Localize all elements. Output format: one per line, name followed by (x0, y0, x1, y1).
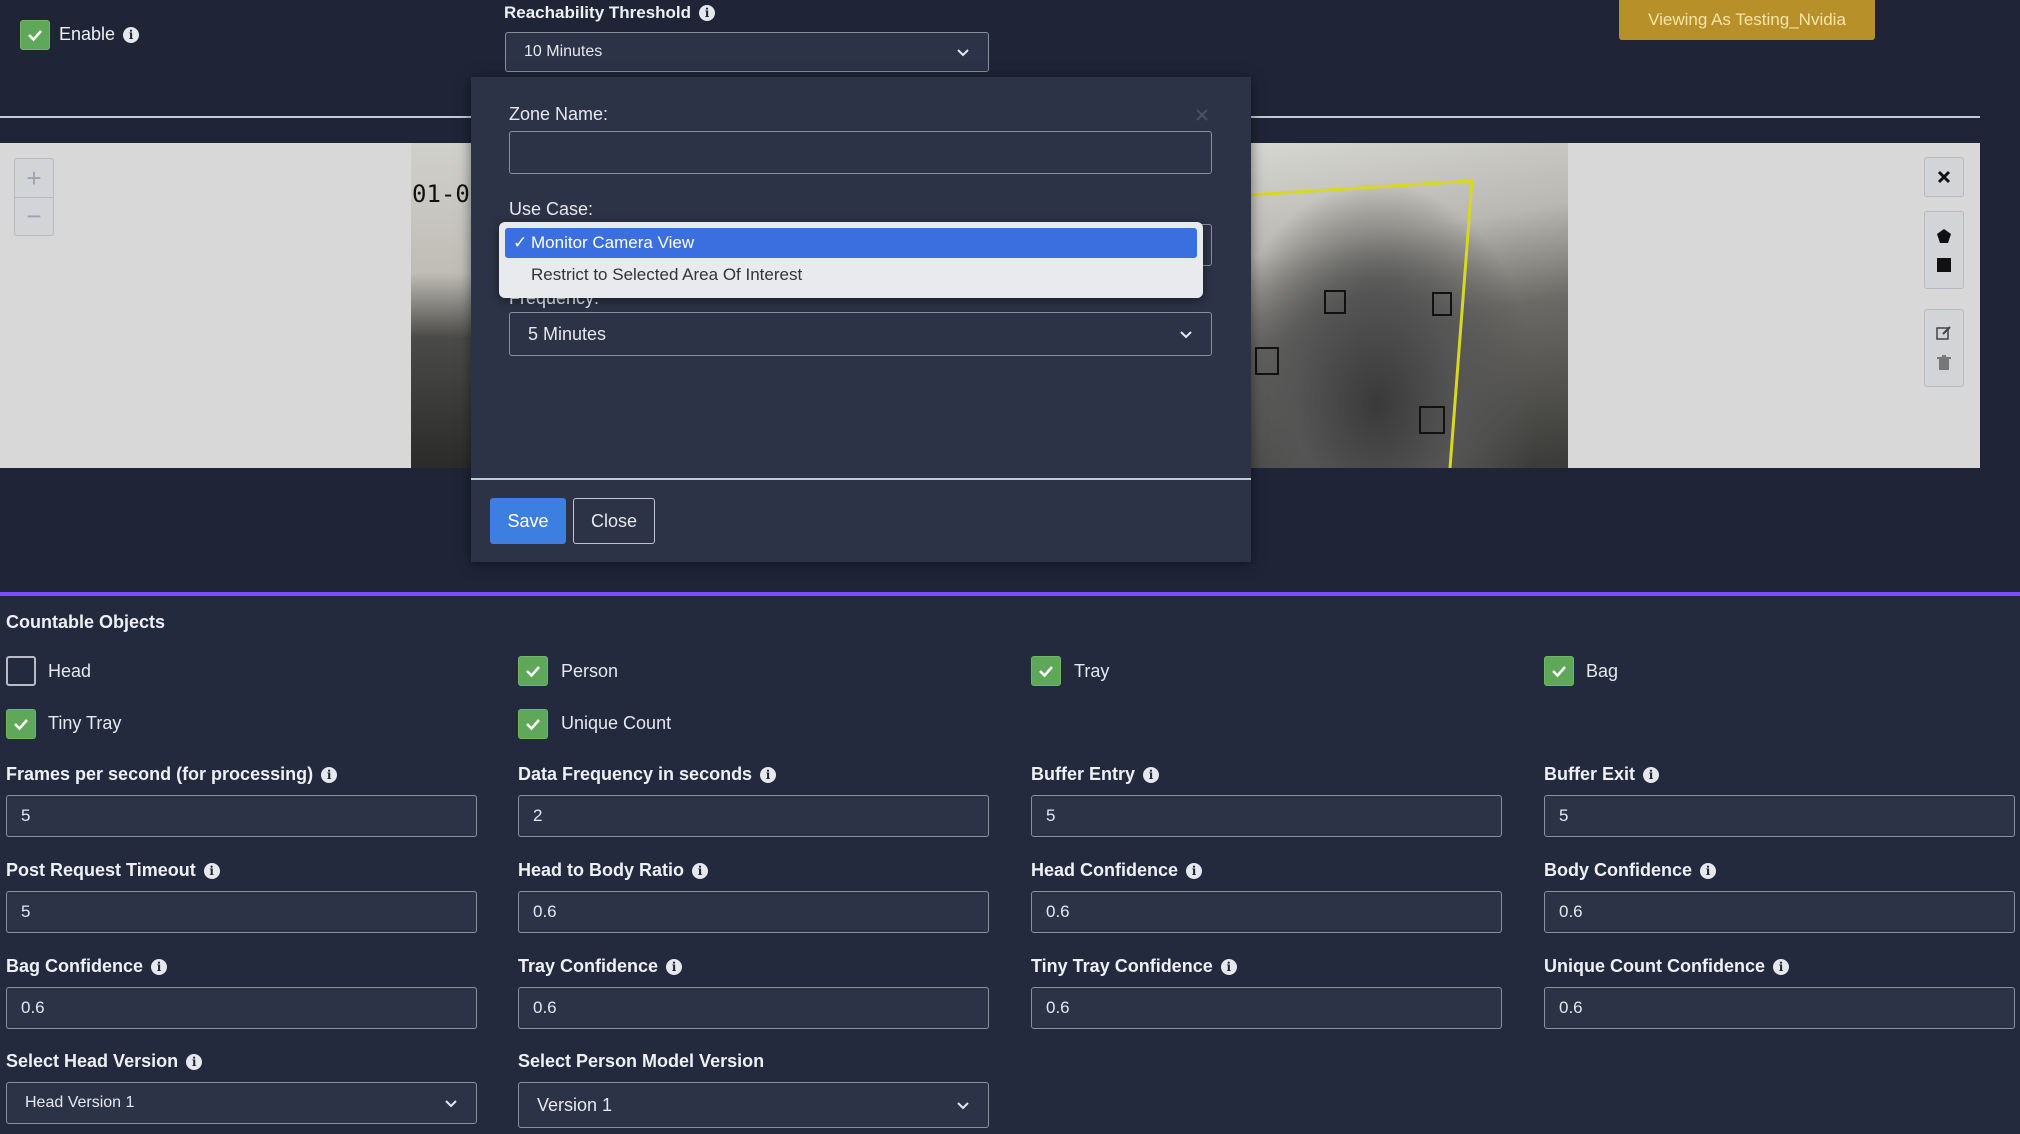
chevron-down-icon (1180, 331, 1192, 339)
trash-icon[interactable] (1937, 355, 1951, 371)
info-icon: i (186, 1053, 203, 1070)
tray-confidence-input[interactable]: 0.6 (518, 987, 989, 1029)
check-icon (526, 666, 540, 678)
check-icon (28, 30, 42, 42)
data-frequency-input[interactable]: 2 (518, 795, 989, 837)
camera-timestamp: 01-0 (412, 180, 470, 208)
body-confidence-input[interactable]: 0.6 (1544, 891, 2015, 933)
check-icon (1039, 666, 1053, 678)
person-model-version-select[interactable]: Version 1 (518, 1082, 989, 1128)
bag-label: Bag (1586, 661, 1619, 681)
fps-input[interactable]: 5 (6, 795, 477, 837)
field-label-head-to-body-ratio: Head to Body Ratio i (518, 860, 709, 881)
buffer-exit-input[interactable]: 5 (1544, 795, 2015, 837)
selected-check-icon: ✓ (513, 233, 528, 252)
head-confidence-input[interactable]: 0.6 (1031, 891, 1502, 933)
check-icon (526, 719, 540, 731)
person-label: Person (561, 661, 619, 681)
use-case-option-monitor[interactable]: ✓ Monitor Camera View (505, 228, 1197, 258)
unique-count-confidence-input[interactable]: 0.6 (1544, 987, 2015, 1029)
unique-count-label: Unique Count (561, 713, 672, 733)
info-icon: i (1772, 958, 1789, 975)
info-icon: i (666, 958, 683, 975)
field-label-tiny-tray-confidence: Tiny Tray Confidence i (1031, 956, 1237, 977)
chevron-down-icon (957, 49, 969, 57)
head-label: Head (48, 661, 92, 681)
chevron-down-icon (445, 1100, 457, 1108)
tiny-tray-label: Tiny Tray (48, 713, 122, 733)
person-checkbox[interactable] (518, 656, 548, 686)
info-icon: i (123, 26, 140, 43)
post-request-timeout-input[interactable]: 5 (6, 891, 477, 933)
check-icon (1552, 666, 1566, 678)
enable-label: Enable i (59, 24, 140, 45)
field-label-buffer-entry: Buffer Entry i (1031, 764, 1160, 785)
unique-count-checkbox[interactable] (518, 709, 548, 739)
modal-footer-divider (471, 478, 1251, 480)
head-version-label: Select Head Version i (6, 1051, 203, 1072)
modal-close-icon[interactable] (1195, 108, 1209, 122)
info-icon: i (151, 958, 168, 975)
enable-checkbox[interactable] (20, 20, 50, 50)
chevron-down-icon (957, 1102, 969, 1110)
head-version-select[interactable]: Head Version 1 (6, 1082, 477, 1124)
use-case-dropdown: ✓ Monitor Camera View Restrict to Select… (499, 222, 1203, 298)
field-label-post-request-timeout: Post Request Timeout i (6, 860, 220, 881)
field-label-unique-count-confidence: Unique Count Confidence i (1544, 956, 1789, 977)
zone-overlay (1250, 179, 1474, 468)
info-icon: i (321, 766, 338, 783)
reachability-select[interactable]: 10 Minutes (505, 32, 989, 72)
info-icon: i (1643, 766, 1660, 783)
close-icon (1937, 170, 1951, 184)
edit-icon[interactable] (1936, 325, 1952, 341)
save-button[interactable]: Save (490, 498, 566, 544)
info-icon: i (699, 5, 716, 21)
polygon-icon[interactable] (1936, 228, 1952, 244)
check-icon (14, 719, 28, 731)
info-icon: i (1143, 766, 1160, 783)
viewing-as-badge: Viewing As Testing_Nvidia (1619, 0, 1875, 40)
info-icon: i (203, 862, 220, 879)
field-label-tray-confidence: Tray Confidence i (518, 956, 683, 977)
field-label-fps: Frames per second (for processing) i (6, 764, 338, 785)
use-case-label: Use Case: (509, 199, 594, 219)
zone-name-label: Zone Name: (509, 104, 609, 124)
field-label-buffer-exit: Buffer Exit i (1544, 764, 1660, 785)
field-label-data-frequency: Data Frequency in seconds i (518, 764, 777, 785)
reachability-label: Reachability Threshold i (504, 3, 716, 23)
info-icon: i (1186, 862, 1203, 879)
field-label-bag-confidence: Bag Confidence i (6, 956, 168, 977)
tray-label: Tray (1074, 661, 1110, 681)
close-button[interactable]: Close (573, 498, 655, 544)
tiny-tray-checkbox[interactable] (6, 709, 36, 739)
field-label-head-confidence: Head Confidence i (1031, 860, 1203, 881)
info-icon: i (692, 862, 709, 879)
info-icon: i (760, 766, 777, 783)
edit-tools (1924, 309, 1964, 387)
close-canvas-button[interactable] (1924, 157, 1964, 197)
tiny-tray-confidence-input[interactable]: 0.6 (1031, 987, 1502, 1029)
settings-panel (0, 596, 2020, 1134)
info-icon: i (1220, 958, 1237, 975)
camera-frame-right (1250, 143, 1568, 468)
zoom-out-button[interactable]: − (15, 197, 53, 235)
use-case-option-restrict[interactable]: Restrict to Selected Area Of Interest (505, 260, 1197, 290)
bag-confidence-input[interactable]: 0.6 (6, 987, 477, 1029)
tray-checkbox[interactable] (1031, 656, 1061, 686)
bag-checkbox[interactable] (1544, 656, 1574, 686)
rectangle-icon[interactable] (1937, 258, 1951, 272)
head-checkbox[interactable] (6, 656, 36, 686)
frequency-select[interactable]: 5 Minutes (509, 312, 1212, 356)
zone-name-input[interactable] (509, 131, 1212, 174)
zoom-in-button[interactable]: + (15, 159, 53, 197)
head-to-body-ratio-input[interactable]: 0.6 (518, 891, 989, 933)
info-icon: i (1700, 862, 1717, 879)
countable-objects-title: Countable Objects (6, 612, 166, 632)
field-label-body-confidence: Body Confidence i (1544, 860, 1717, 881)
person-model-version-label: Select Person Model Version (518, 1051, 765, 1071)
zoom-control: + − (14, 158, 54, 236)
buffer-entry-input[interactable]: 5 (1031, 795, 1502, 837)
draw-tools (1924, 211, 1964, 289)
